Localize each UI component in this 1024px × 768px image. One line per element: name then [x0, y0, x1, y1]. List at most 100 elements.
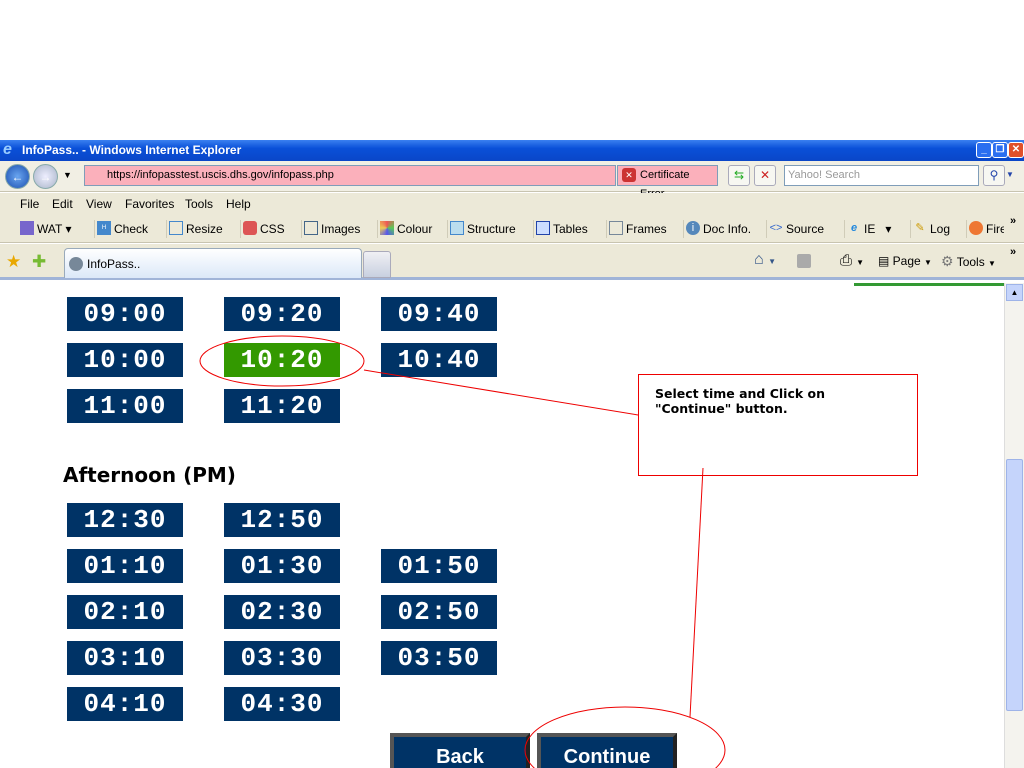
time-slot[interactable]: 01:50	[381, 549, 497, 583]
time-slot[interactable]: 09:00	[67, 297, 183, 331]
time-slot[interactable]: 11:00	[67, 389, 183, 423]
log-icon: ✎	[915, 222, 925, 234]
time-slot[interactable]: 10:40	[381, 343, 497, 377]
time-slot[interactable]: 12:50	[224, 503, 340, 537]
info-icon: i	[686, 221, 700, 235]
toolbar-css[interactable]: CSS	[240, 220, 285, 238]
stop-button[interactable]: ✕	[754, 165, 776, 186]
time-slot-selected[interactable]: 10:20	[224, 343, 340, 377]
close-button[interactable]: ✕	[1008, 142, 1024, 158]
toolbar-label: Tables	[553, 222, 588, 236]
toolbar-label: Doc Info.	[703, 222, 752, 236]
web-accessibility-toolbar: WAT ▾ H Check Resize CSS Images Colour St…	[0, 215, 1024, 243]
time-slot[interactable]: 12:30	[67, 503, 183, 537]
window-title: InfoPass.. - Windows Internet Explorer	[22, 143, 242, 157]
vertical-scrollbar[interactable]: ▲	[1004, 283, 1024, 768]
time-slot[interactable]: 03:30	[224, 641, 340, 675]
toolbar-label: Frames	[626, 222, 667, 236]
green-bar	[854, 283, 1004, 286]
toolbar-images[interactable]: Images	[301, 220, 360, 238]
certificate-error-button[interactable]: ✕Certificate Error	[617, 165, 718, 200]
print-icon[interactable]: ⎙ ▼	[840, 252, 864, 269]
resize-icon	[169, 221, 183, 235]
search-icon[interactable]: ⚲	[983, 165, 1005, 186]
tools-label: Tools	[956, 255, 985, 269]
time-slot[interactable]: 03:10	[67, 641, 183, 675]
tab-row: ★ ✚ InfoPass.. ⌂ ▼ ⎙ ▼ ▤ Page ▼ ⚙ Tools …	[0, 244, 1024, 280]
time-slot[interactable]: 10:00	[67, 343, 183, 377]
menu-view[interactable]: View	[86, 193, 112, 215]
forward-nav-button[interactable]: →	[33, 164, 58, 189]
toolbar-structure[interactable]: Structure	[447, 220, 516, 238]
time-slot[interactable]: 03:50	[381, 641, 497, 675]
annotation-callout: Select time and Click on "Continue" butt…	[638, 374, 918, 476]
menu-tools[interactable]: Tools	[185, 193, 213, 215]
chevron-more-icon[interactable]: »	[1010, 215, 1016, 227]
page-content: 09:00 09:20 09:40 10:00 10:20 10:40 11:00 11:20…	[0, 283, 1004, 768]
page-menu[interactable]: ▤ Page ▼	[878, 254, 932, 268]
menu-file[interactable]: File	[20, 193, 39, 215]
menu-edit[interactable]: Edit	[52, 193, 73, 215]
time-slot[interactable]: 04:10	[67, 687, 183, 721]
toolbar-colour[interactable]: Colour	[377, 220, 432, 238]
address-input[interactable]: https://infopasstest.uscis.dhs.gov/infop…	[84, 165, 699, 186]
page-label: Page	[892, 254, 921, 268]
time-slot[interactable]: 04:30	[224, 687, 340, 721]
toolbar-label: Colour	[397, 222, 433, 236]
home-icon[interactable]: ⌂ ▼	[754, 251, 776, 269]
scroll-up-icon[interactable]: ▲	[1006, 284, 1023, 301]
time-slot[interactable]: 01:30	[224, 549, 340, 583]
time-slot[interactable]: 09:20	[224, 297, 340, 331]
source-icon: <>	[769, 222, 783, 234]
url-text: https://infopasstest.uscis.dhs.gov/infop…	[107, 169, 334, 181]
feeds-icon[interactable]	[797, 254, 811, 268]
toolbar-firefox[interactable]: Fire	[966, 220, 1004, 238]
toolbar-label: CSS	[260, 222, 285, 236]
toolbar-doc-info[interactable]: i Doc Info.	[683, 220, 751, 238]
time-slot[interactable]: 09:40	[381, 297, 497, 331]
toolbar-log[interactable]: ✎ Log	[910, 220, 950, 238]
toolbar-label: Structure	[467, 222, 516, 236]
scrollbar-thumb[interactable]	[1006, 459, 1023, 711]
search-options-icon[interactable]: ▼	[1006, 170, 1014, 179]
new-tab-button[interactable]	[363, 251, 391, 278]
toolbar-wat[interactable]: WAT ▾	[18, 220, 71, 238]
menu-help[interactable]: Help	[226, 193, 251, 215]
ie-logo-icon: e	[3, 141, 12, 158]
time-slot[interactable]: 11:20	[224, 389, 340, 423]
tables-icon	[536, 221, 550, 235]
minimize-button[interactable]: _	[976, 142, 992, 158]
toolbar-check[interactable]: H Check	[94, 220, 148, 238]
refresh-button[interactable]: ⇆	[728, 165, 750, 186]
toolbar-resize[interactable]: Resize	[166, 220, 223, 238]
restore-button[interactable]: ❐	[992, 142, 1008, 158]
favorites-star-icon[interactable]: ★	[6, 252, 21, 272]
time-slot[interactable]: 01:10	[67, 549, 183, 583]
toolbar-tables[interactable]: Tables	[533, 220, 588, 238]
continue-button[interactable]: Continue	[537, 733, 677, 768]
toolbar-source[interactable]: <> Source	[766, 220, 824, 238]
toolbar-frames[interactable]: Frames	[606, 220, 667, 238]
menu-favorites[interactable]: Favorites	[125, 193, 174, 215]
back-nav-button[interactable]: ←	[5, 164, 30, 189]
time-slot[interactable]: 02:10	[67, 595, 183, 629]
tab-label: InfoPass..	[87, 257, 141, 271]
tab-infopass[interactable]: InfoPass..	[64, 248, 362, 278]
shield-error-icon: ✕	[622, 168, 636, 182]
colour-icon	[380, 221, 394, 235]
wat-icon	[20, 221, 34, 235]
back-button[interactable]: Back	[390, 733, 530, 768]
tools-menu[interactable]: ⚙ Tools ▼	[941, 253, 996, 270]
search-input[interactable]: Yahoo! Search	[784, 165, 979, 186]
toolbar-ie[interactable]: e IE ▾	[844, 220, 891, 238]
history-dropdown-icon[interactable]: ▼	[63, 170, 72, 180]
afternoon-heading: Afternoon (PM)	[63, 463, 236, 487]
address-bar-row: ← → ▼ https://infopasstest.uscis.dhs.gov…	[0, 161, 1024, 200]
time-slot[interactable]: 02:30	[224, 595, 340, 629]
gear-icon: ⚙	[941, 253, 954, 269]
add-favorites-icon[interactable]: ✚	[32, 252, 46, 272]
toolbar-label: WAT	[37, 222, 63, 236]
time-slot[interactable]: 02:50	[381, 595, 497, 629]
chevron-more-icon[interactable]: »	[1010, 246, 1016, 258]
toolbar-label: Resize	[186, 222, 223, 236]
